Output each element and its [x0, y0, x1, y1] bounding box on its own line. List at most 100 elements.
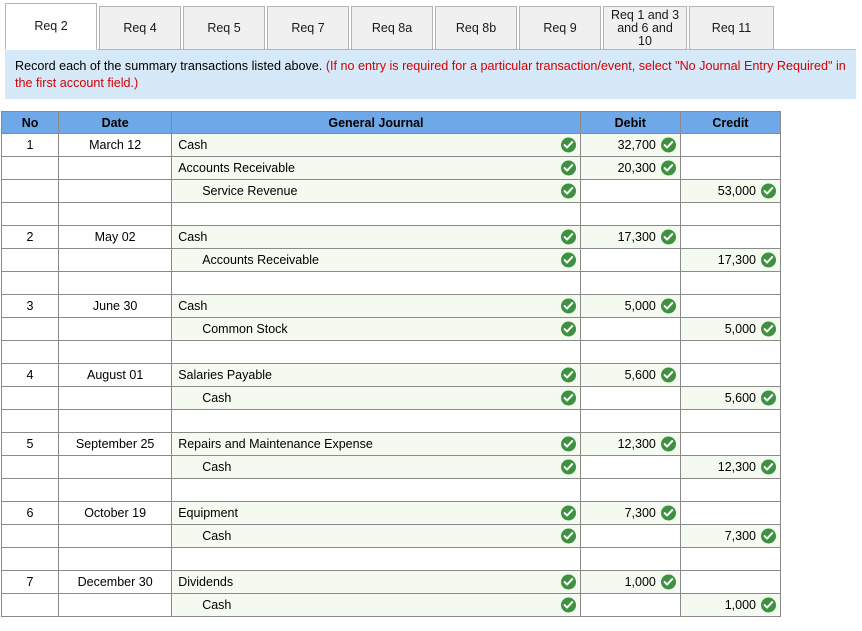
- account-select[interactable]: Common Stock: [171, 317, 581, 341]
- account-check-circle-icon: [560, 252, 576, 268]
- credit-field[interactable]: 12,300: [679, 455, 782, 479]
- credit-field[interactable]: 1,000: [679, 593, 782, 617]
- account-select[interactable]: Equipment: [171, 501, 581, 525]
- cell-no: [0, 593, 60, 617]
- debit-check-circle-icon: [660, 229, 676, 245]
- account-name: Common Stock: [202, 322, 288, 336]
- credit-field[interactable]: 7,300: [679, 524, 782, 548]
- tab-req-8b[interactable]: Req 8b: [435, 6, 517, 50]
- table-row: 6 October 19 Equipment 7,300: [0, 501, 782, 525]
- tab-req-9[interactable]: Req 9: [519, 6, 601, 50]
- debit-field[interactable]: 20,300: [579, 156, 681, 180]
- debit-field: [579, 455, 681, 479]
- account-select: [171, 409, 581, 433]
- debit-check-circle-icon: [660, 137, 676, 153]
- account-check-circle-icon: [560, 528, 576, 544]
- account-select[interactable]: Cash: [171, 455, 581, 479]
- cell-no: [0, 409, 60, 433]
- account-check-circle-icon: [560, 183, 576, 199]
- debit-field-value: 7,300: [624, 506, 656, 520]
- table-row: 4 August 01 Salaries Payable 5,600: [0, 363, 782, 387]
- cell-date: [58, 202, 173, 226]
- credit-check-circle-icon: [761, 459, 776, 475]
- credit-field: [679, 225, 782, 249]
- debit-field: [579, 386, 681, 410]
- account-select[interactable]: Repairs and Maintenance Expense: [171, 432, 581, 456]
- account-select[interactable]: Cash: [171, 593, 581, 617]
- account-select[interactable]: Cash: [171, 524, 581, 548]
- debit-field[interactable]: 5,000: [579, 294, 681, 318]
- account-check-circle-icon: [560, 229, 576, 245]
- debit-field[interactable]: 1,000: [579, 570, 681, 594]
- account-select[interactable]: Salaries Payable: [171, 363, 581, 387]
- account-select[interactable]: Dividends: [171, 570, 581, 594]
- debit-field[interactable]: 32,700: [579, 133, 681, 157]
- account-check-circle-icon: [560, 436, 576, 452]
- debit-field-value: 32,700: [617, 138, 656, 152]
- credit-field: [679, 409, 782, 433]
- debit-field[interactable]: 17,300: [579, 225, 681, 249]
- tab-req-4[interactable]: Req 4: [99, 6, 181, 50]
- table-row: 1 March 12 Cash 32,700: [0, 133, 782, 157]
- account-select[interactable]: Cash: [171, 225, 581, 249]
- account-select: [171, 547, 581, 571]
- credit-field-value: 53,000: [717, 184, 756, 198]
- general-journal-table: No Date General Journal Debit Credit 1 Ma…: [0, 111, 782, 617]
- credit-field[interactable]: 5,000: [679, 317, 782, 341]
- tab-req-2[interactable]: Req 2: [5, 3, 97, 50]
- account-select: [171, 271, 581, 295]
- account-check-circle-icon: [560, 597, 576, 613]
- cell-no: 4: [0, 363, 60, 387]
- tab-req-7[interactable]: Req 7: [267, 6, 349, 50]
- credit-field: [679, 501, 782, 525]
- cell-date: March 12: [58, 133, 173, 157]
- cell-date: [58, 317, 173, 341]
- debit-field: [579, 271, 681, 295]
- tab-req-5[interactable]: Req 5: [183, 6, 265, 50]
- cell-no: [0, 547, 60, 571]
- account-select[interactable]: Cash: [171, 386, 581, 410]
- account-select[interactable]: Cash: [171, 133, 581, 157]
- credit-field: [679, 340, 782, 364]
- debit-field[interactable]: 7,300: [579, 501, 681, 525]
- table-separator-row: [0, 271, 782, 295]
- debit-field-value: 12,300: [617, 437, 656, 451]
- table-row: 5 September 25 Repairs and Maintenance Exp…: [0, 432, 782, 456]
- account-select[interactable]: Service Revenue: [171, 179, 581, 203]
- tab-req-8a[interactable]: Req 8a: [351, 6, 433, 50]
- tab-req-11[interactable]: Req 11: [689, 6, 774, 50]
- credit-field[interactable]: 17,300: [679, 248, 782, 272]
- tab-req-1-and-3-and-6-and-10[interactable]: Req 1 and 3 and 6 and 10: [603, 6, 687, 50]
- debit-field[interactable]: 5,600: [579, 363, 681, 387]
- credit-field[interactable]: 53,000: [679, 179, 782, 203]
- column-header-no: No: [0, 111, 60, 134]
- cell-date: [58, 386, 173, 410]
- account-select[interactable]: Cash: [171, 294, 581, 318]
- cell-date: September 25: [58, 432, 173, 456]
- requirement-tabs: Req 2 Req 4 Req 5 Req 7 Req 8a Req 8b Req 9 Req…: [5, 2, 776, 50]
- table-header-row: No Date General Journal Debit Credit: [0, 111, 782, 134]
- cell-no: [0, 271, 60, 295]
- account-check-circle-icon: [560, 137, 576, 153]
- cell-date: [58, 593, 173, 617]
- credit-field: [679, 133, 782, 157]
- cell-date: [58, 248, 173, 272]
- credit-check-circle-icon: [761, 528, 776, 544]
- credit-field[interactable]: 5,600: [679, 386, 782, 410]
- account-name: Dividends: [178, 575, 234, 589]
- debit-field: [579, 547, 681, 571]
- table-row: 2 May 02 Cash 17,300: [0, 225, 782, 249]
- account-select[interactable]: Accounts Receivable: [171, 248, 581, 272]
- account-select[interactable]: Accounts Receivable: [171, 156, 581, 180]
- cell-date: May 02: [58, 225, 173, 249]
- account-select: [171, 202, 581, 226]
- account-name: Accounts Receivable: [202, 253, 319, 267]
- debit-field: [579, 524, 681, 548]
- credit-check-circle-icon: [761, 183, 776, 199]
- debit-field: [579, 340, 681, 364]
- cell-no: [0, 386, 60, 410]
- credit-field: [679, 294, 782, 318]
- account-check-circle-icon: [560, 367, 576, 383]
- cell-date: [58, 179, 173, 203]
- debit-field[interactable]: 12,300: [579, 432, 681, 456]
